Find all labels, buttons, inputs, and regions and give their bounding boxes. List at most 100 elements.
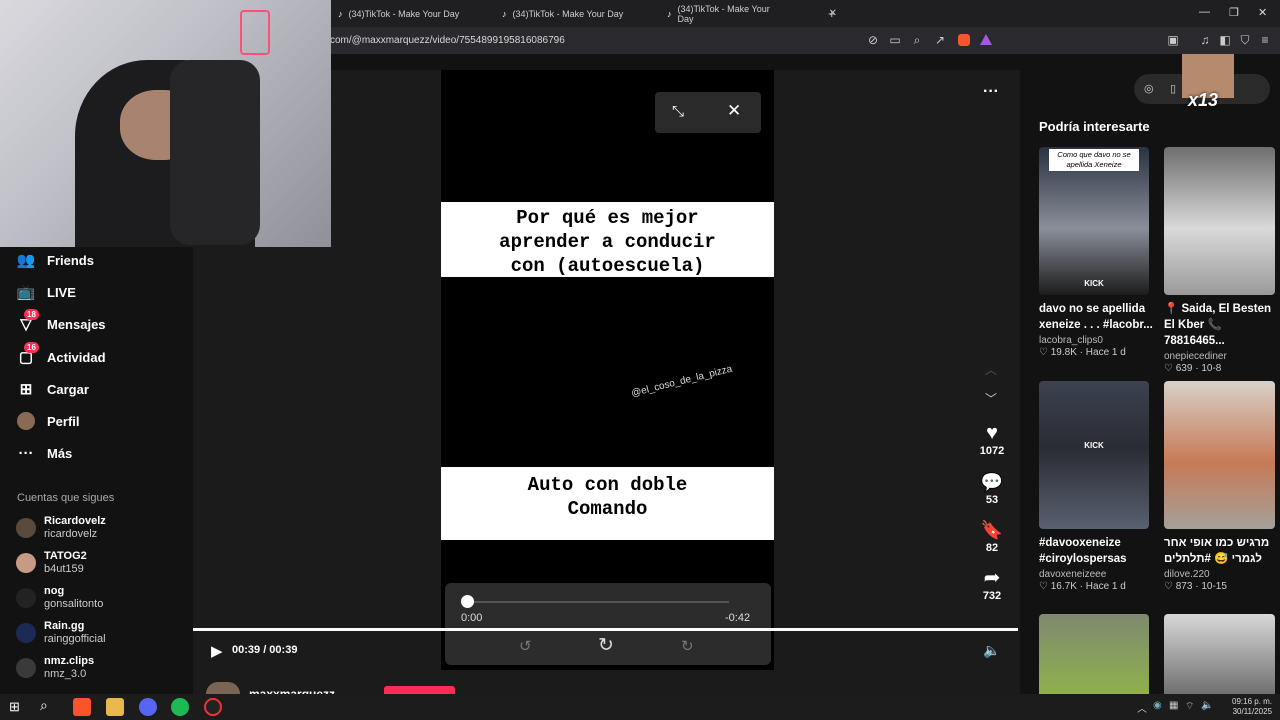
live-icon: 📺	[16, 284, 36, 301]
tab-title: (34)TikTok - Make Your Day	[348, 8, 460, 19]
restore-icon[interactable]: ❐	[1229, 6, 1239, 19]
card-author: lacobra_clips0	[1039, 335, 1103, 346]
account-name: Rain.gg	[44, 620, 85, 632]
spotify-icon[interactable]	[171, 698, 189, 716]
play-icon[interactable]: ▶	[211, 642, 223, 660]
sidebar-item-messages[interactable]: ▽ 18 Mensajes	[17, 309, 106, 333]
compass-icon[interactable]: ◎	[1144, 82, 1154, 95]
tab-title: (34)TikTok - Make Your Day	[512, 8, 624, 19]
follow-button[interactable]	[384, 686, 455, 694]
save-button[interactable]: 🔖 82	[978, 518, 1006, 554]
sidebar-item-upload[interactable]: ⊞ Cargar	[17, 380, 89, 398]
new-tab-button[interactable]: +	[828, 6, 836, 21]
following-account[interactable]: Ricardovelz ricardovelz	[16, 515, 106, 541]
inner-progress-thumb[interactable]	[461, 595, 474, 608]
following-account[interactable]: TATOG2 b4ut159	[16, 550, 87, 576]
zoom-icon[interactable]: ⌕	[910, 33, 924, 47]
share-button[interactable]: ➦ 732	[978, 566, 1006, 602]
card-thumbnail: KICK	[1039, 381, 1149, 529]
clock[interactable]: 09:16 p. m. 30/11/2025	[1232, 697, 1272, 717]
sidebar-item-label: Más	[47, 445, 73, 461]
sidebar-item-more[interactable]: ··· Más	[17, 444, 73, 462]
device-icon[interactable]: ▯	[1170, 82, 1176, 95]
author-avatar[interactable]	[206, 682, 240, 694]
inner-progress-track[interactable]	[467, 601, 729, 603]
close-icon[interactable]: ✕	[727, 101, 741, 121]
recommendation-card[interactable]: מרגיש כמו אופי אחר לגמרי 😅 #תלתלים dilov…	[1164, 381, 1276, 592]
scroll-up-icon[interactable]: ︿	[985, 361, 997, 378]
minimize-icon[interactable]: —	[1199, 6, 1210, 18]
sidebar-item-live[interactable]: 📺 LIVE	[17, 283, 76, 301]
card-age: 10-15	[1201, 581, 1227, 592]
recommendation-card-thumbnail[interactable]	[1039, 614, 1149, 694]
brave-shield-icon[interactable]	[958, 34, 970, 46]
sidebar-item-profile[interactable]: Perfil	[17, 412, 80, 430]
volume-tray-icon[interactable]: 🔈	[1201, 700, 1213, 711]
exit-fullscreen-icon[interactable]: ⤡	[672, 103, 684, 120]
caption-line: Por qué es mejor	[516, 207, 699, 229]
author-name[interactable]: maxxmarquezz	[249, 684, 335, 694]
clock-time: 09:16 p. m.	[1232, 697, 1273, 706]
card-thumbnail	[1164, 147, 1275, 295]
activity-icon: ▢ 16	[17, 342, 39, 366]
browser-tab-active[interactable]: ♪ (34)TikTok - Make Your Day ✕	[667, 3, 837, 24]
profile-icon	[17, 412, 35, 430]
account-name: nog	[44, 585, 65, 597]
account-name: nmz.clips	[44, 655, 95, 667]
wifi-tray-icon[interactable]: ⌔	[1185, 700, 1194, 713]
rewind-15-icon[interactable]: ↺	[519, 637, 532, 655]
more-options-icon[interactable]: ···	[983, 83, 999, 101]
discord-icon[interactable]	[139, 698, 157, 716]
tiktok-icon: ♪	[667, 8, 672, 19]
browser-tab[interactable]: ♪ (34)TikTok - Make Your Day	[338, 4, 488, 23]
recommendation-card[interactable]: KICK #davooxeneize #ciroylospersas davox…	[1039, 381, 1157, 592]
sidebar-item-activity[interactable]: ▢ 16 Actividad	[17, 342, 106, 366]
following-account[interactable]: nmz.clips nmz_3.0	[16, 655, 94, 681]
forward-15-icon[interactable]: ↻	[681, 637, 694, 655]
menu-icon[interactable]: ≡	[1258, 33, 1272, 47]
video-time: 00:39 / 00:39	[232, 644, 298, 656]
following-account[interactable]: nog gonsalitonto	[16, 585, 103, 611]
following-account[interactable]: Rain.gg rainggofficial	[16, 620, 106, 646]
sidebar-icon[interactable]: ◧	[1218, 33, 1232, 47]
music-icon[interactable]: ♫	[1198, 33, 1212, 47]
replay-icon[interactable]: ↻	[598, 634, 614, 657]
steam-tray-icon[interactable]: ◉	[1153, 700, 1162, 711]
messages-icon: ▽ 18	[17, 309, 39, 333]
scroll-down-icon[interactable]: ﹀	[985, 390, 997, 407]
extensions-icon[interactable]: ▣	[1166, 33, 1180, 47]
file-explorer-icon[interactable]	[106, 698, 124, 716]
tray-chevron-icon[interactable]: ︿	[1137, 700, 1147, 715]
tab-title: (34)TikTok - Make Your Day	[677, 3, 770, 24]
webcam-overlay	[0, 0, 331, 247]
sidebar-item-friends[interactable]: 👥 Friends	[17, 251, 94, 269]
volume-icon[interactable]: 🔈	[983, 642, 1000, 659]
vpn-icon[interactable]: ⛉	[1238, 33, 1252, 47]
heart-outline-icon: ♡	[1039, 581, 1051, 592]
brave-icon[interactable]	[73, 698, 91, 716]
windows-start-icon[interactable]: ⊞	[9, 699, 20, 715]
reader-icon[interactable]: ⊘	[866, 33, 880, 47]
card-author: davoxeneizeee	[1039, 569, 1107, 580]
recommendation-card-thumbnail[interactable]	[1164, 614, 1275, 694]
brave-rewards-icon[interactable]	[980, 34, 992, 45]
recommendation-card[interactable]: 📍 Saida, El Besten El Kber 📞 78816465...…	[1164, 147, 1276, 374]
video-progress-bar[interactable]	[193, 628, 1018, 631]
obs-icon[interactable]	[204, 698, 222, 716]
share-icon[interactable]: ↗	[933, 33, 947, 47]
share-arrow-icon: ➦	[983, 567, 1001, 589]
sidebar-item-label: Actividad	[47, 349, 106, 365]
sidebar-item-label: Perfil	[47, 413, 80, 429]
like-button[interactable]: ♥ 1072	[978, 421, 1006, 457]
caption-line: con (autoescuela)	[510, 255, 705, 277]
kick-label: KICK	[1084, 441, 1104, 450]
search-icon[interactable]: ⌕	[40, 697, 48, 714]
cast-icon[interactable]: ▭	[888, 33, 902, 47]
heart-outline-icon: ♡	[1164, 581, 1176, 592]
network-tray-icon[interactable]: ▦	[1169, 700, 1178, 711]
card-likes: 16.7K	[1050, 581, 1077, 592]
comment-button[interactable]: 💬 53	[978, 470, 1006, 506]
close-window-icon[interactable]: ✕	[1258, 6, 1267, 19]
recommendation-card[interactable]: Como que davo no se apellida Xeneize KIC…	[1039, 147, 1157, 358]
browser-tab[interactable]: ♪ (34)TikTok - Make Your Day	[502, 4, 652, 23]
